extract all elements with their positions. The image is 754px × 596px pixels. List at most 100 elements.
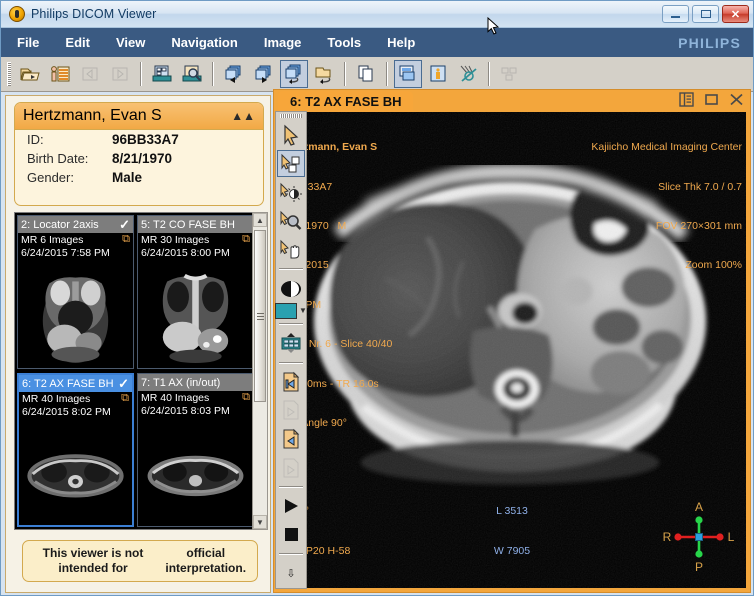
- stop-cine-tool[interactable]: [277, 522, 305, 549]
- orientation-compass: A P R L: [663, 500, 735, 574]
- color-map-tool[interactable]: [275, 302, 298, 319]
- series-image-count: MR 40 Images: [22, 393, 91, 405]
- minimize-button[interactable]: [662, 5, 689, 23]
- title-bar: Philips DICOM Viewer ✕: [1, 1, 753, 28]
- series-title-bar: 6: T2 AX FASE BH ✓: [19, 375, 132, 392]
- scroll-up-arrow[interactable]: ▲: [253, 213, 267, 227]
- menu-help[interactable]: Help: [377, 32, 425, 53]
- collapse-chevron-icon[interactable]: ▲▲: [231, 110, 255, 122]
- series-title: 7: T1 AX (in/out): [141, 376, 221, 389]
- menu-tools[interactable]: Tools: [317, 32, 371, 53]
- scrollbar-thumb[interactable]: [254, 230, 266, 402]
- dicom-info-icon[interactable]: [424, 60, 452, 88]
- next-series-icon[interactable]: [250, 60, 278, 88]
- window-level-tool[interactable]: [277, 179, 305, 206]
- play-backward-tool[interactable]: [277, 426, 305, 453]
- birth-date-label: Birth Date:: [27, 151, 89, 166]
- series-preview-image: [21, 268, 130, 364]
- copy-image-icon[interactable]: [352, 60, 380, 88]
- series-datetime: 6/24/2015 8:03 PM: [141, 405, 230, 417]
- series-copy-icon[interactable]: ⧉: [122, 234, 130, 246]
- menu-image[interactable]: Image: [254, 32, 312, 53]
- split-view-button[interactable]: [679, 92, 694, 107]
- pan-tool[interactable]: [277, 237, 305, 264]
- image-viewer-panel: 6: T2 AX FASE BH Hertzmann, Evan S 96BB3…: [273, 89, 751, 593]
- series-list-scrollbar[interactable]: ▲ ▼: [252, 212, 268, 530]
- close-viewport-button[interactable]: [729, 92, 744, 107]
- viewport-tab-bar: 6: T2 AX FASE BH: [274, 90, 750, 112]
- series-thumbnail-7[interactable]: 7: T1 AX (in/out) MR 40 Images ⧉ 6/24/20…: [137, 373, 254, 527]
- restore-folder-icon[interactable]: [310, 60, 338, 88]
- dicom-image-canvas[interactable]: Hertzmann, Evan S 96BB33A7 8/21/1970 M 6…: [278, 112, 746, 588]
- menu-view[interactable]: View: [106, 32, 155, 53]
- patient-field-birthdate: Birth Date: 8/21/1970: [15, 149, 263, 168]
- anonymize-icon[interactable]: [454, 60, 482, 88]
- menu-file[interactable]: File: [7, 32, 49, 53]
- overlay-window-value: W 7905: [493, 544, 531, 557]
- stack-scroll-tool[interactable]: [277, 150, 305, 178]
- maximize-viewport-button[interactable]: [704, 92, 719, 107]
- play-cine-tool[interactable]: [277, 493, 305, 520]
- overlay-level-value: L 3513: [496, 505, 528, 518]
- series-copy-icon[interactable]: ⧉: [242, 234, 250, 246]
- scroll-down-arrow[interactable]: ▼: [253, 515, 267, 529]
- patient-list-icon[interactable]: [46, 60, 74, 88]
- layout-icon[interactable]: [394, 60, 422, 88]
- series-thumbnail-6[interactable]: 6: T2 AX FASE BH ✓ MR 40 Images ⧉ 6/24/2…: [17, 373, 134, 527]
- first-image-tool[interactable]: [277, 369, 305, 396]
- overlay-slice-thickness: Slice Thk 7.0 / 0.7: [658, 180, 742, 193]
- export-images-icon[interactable]: [148, 60, 176, 88]
- series-check-icon: ✓: [119, 216, 130, 232]
- series-thumbnail-5[interactable]: 5: T2 CO FASE BH MR 30 Images ⧉ 6/24/201…: [137, 215, 254, 369]
- menu-navigation[interactable]: Navigation: [161, 32, 247, 53]
- window-controls: ✕: [662, 5, 753, 23]
- series-thumbnail-2[interactable]: 2: Locator 2axis ✓ MR 6 Images ⧉ 6/24/20…: [17, 215, 134, 369]
- series-meta: MR 30 Images ⧉: [138, 233, 253, 247]
- more-tools-chevron-icon[interactable]: ⇩: [277, 560, 305, 587]
- toolbar-separator: [212, 62, 214, 86]
- pointer-tool[interactable]: [277, 122, 305, 149]
- svg-text:P: P: [695, 560, 703, 574]
- series-image-count: MR 6 Images: [21, 234, 84, 246]
- open-folder-icon[interactable]: [16, 60, 44, 88]
- viewport-tab[interactable]: 6: T2 AX FASE BH: [278, 91, 414, 112]
- series-check-icon: ✓: [118, 375, 129, 391]
- previous-series-icon[interactable]: [220, 60, 248, 88]
- philips-app-icon: [9, 6, 25, 22]
- menu-edit[interactable]: Edit: [55, 32, 100, 53]
- minimize-glyph: [671, 15, 680, 18]
- close-button[interactable]: ✕: [722, 5, 749, 23]
- maximize-button[interactable]: [692, 5, 719, 23]
- maximize-glyph: [700, 10, 711, 18]
- philips-brand-logo: PHILIPS: [678, 34, 741, 51]
- next-icon: [106, 60, 134, 88]
- toolbar-grip[interactable]: [7, 62, 11, 86]
- toolbar-separator: [386, 62, 388, 86]
- tool-strip-grip[interactable]: [280, 114, 302, 118]
- viewport-tab-buttons: [679, 92, 744, 107]
- tool-separator: [279, 553, 303, 556]
- series-copy-icon[interactable]: ⧉: [121, 393, 129, 405]
- overlay-top-right: Kajiicho Medical Imaging Center Slice Th…: [591, 115, 742, 299]
- series-datetime: 6/24/2015 7:58 PM: [21, 247, 110, 259]
- previous-icon: [76, 60, 104, 88]
- series-image-count: MR 30 Images: [141, 234, 210, 246]
- series-preview-image: [141, 268, 250, 364]
- patient-card-header[interactable]: Hertzmann, Evan S ▲▲: [15, 103, 263, 130]
- toolbar-separator: [488, 62, 490, 86]
- reset-series-icon[interactable]: [280, 60, 308, 88]
- series-copy-icon[interactable]: ⧉: [242, 392, 250, 404]
- toolbar-separator: [344, 62, 346, 86]
- series-title-bar: 5: T2 CO FASE BH: [138, 216, 253, 233]
- toolbar-separator: [140, 62, 142, 86]
- series-preview-image: [22, 427, 129, 521]
- chevron-down-icon[interactable]: ▼: [299, 306, 307, 315]
- series-title: 6: T2 AX FASE BH: [22, 377, 114, 390]
- zoom-tool[interactable]: [277, 208, 305, 235]
- query-retrieve-icon[interactable]: [178, 60, 206, 88]
- layout-grid-tool[interactable]: [277, 330, 305, 357]
- series-title-bar: 7: T1 AX (in/out): [138, 374, 253, 391]
- series-preview-image: [141, 426, 250, 522]
- series-datetime: 6/24/2015 8:00 PM: [141, 247, 230, 259]
- invert-contrast-tool[interactable]: [277, 275, 305, 302]
